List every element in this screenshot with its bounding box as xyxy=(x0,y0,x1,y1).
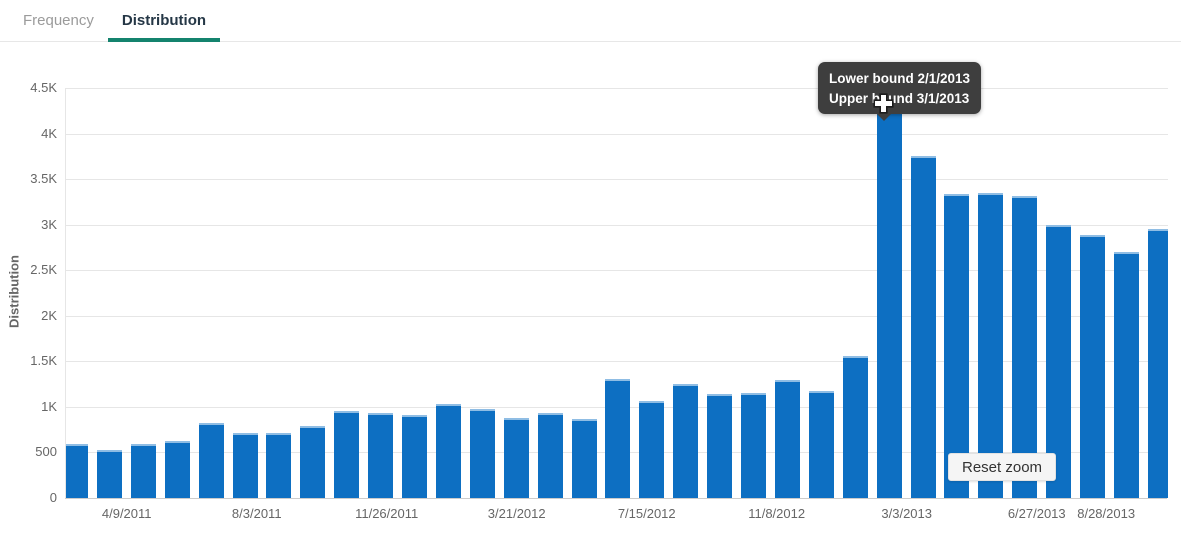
x-axis-tick-label: 3/3/2013 xyxy=(852,506,962,521)
x-axis-tick-label: 8/28/2013 xyxy=(1051,506,1161,521)
y-axis-tick-label: 2K xyxy=(0,308,57,324)
bar[interactable] xyxy=(266,433,291,498)
bar[interactable] xyxy=(605,379,630,498)
y-axis-tick-label: 4K xyxy=(0,126,57,142)
tooltip: Lower bound 2/1/2013 Upper bound 3/1/201… xyxy=(818,62,981,114)
y-axis-tick-label: 3K xyxy=(0,217,57,233)
bar[interactable] xyxy=(572,419,597,498)
bar[interactable] xyxy=(436,404,461,498)
x-axis-tick-label: 11/8/2012 xyxy=(722,506,832,521)
reset-zoom-button[interactable]: Reset zoom xyxy=(948,453,1056,481)
bar[interactable] xyxy=(538,413,563,498)
bar[interactable] xyxy=(741,393,766,498)
bar[interactable] xyxy=(199,423,224,498)
tab-frequency[interactable]: Frequency xyxy=(9,0,108,41)
bar[interactable] xyxy=(334,411,359,498)
bar[interactable] xyxy=(1080,235,1105,498)
y-axis-tick-label: 0 xyxy=(0,490,57,506)
y-axis-title: Distribution xyxy=(7,242,22,342)
bar[interactable] xyxy=(673,384,698,498)
plot-area xyxy=(65,88,1168,498)
y-axis-tick-label: 2.5K xyxy=(0,262,57,278)
y-axis-tick-label: 1.5K xyxy=(0,353,57,369)
bar[interactable] xyxy=(368,413,393,498)
gridline xyxy=(66,134,1168,135)
tooltip-arrow xyxy=(876,113,892,121)
bar[interactable] xyxy=(1114,252,1139,498)
bar[interactable] xyxy=(504,418,529,498)
bar[interactable] xyxy=(809,391,834,499)
bar[interactable] xyxy=(131,444,156,498)
y-axis-tick-label: 4.5K xyxy=(0,80,57,96)
bar[interactable] xyxy=(233,433,258,498)
bar[interactable] xyxy=(300,426,325,498)
distribution-chart: Distribution 0 500 1K 1.5K 2K 2.5K 3K 3.5K 4K 4.5… xyxy=(0,42,1181,539)
y-axis-tick-label: 500 xyxy=(0,444,57,460)
bar[interactable] xyxy=(775,380,800,498)
gridline xyxy=(66,179,1168,180)
y-axis-tick-label: 3.5K xyxy=(0,171,57,187)
tab-distribution[interactable]: Distribution xyxy=(108,0,220,41)
app: Frequency Distribution Distribution 0 500… xyxy=(0,0,1181,539)
tab-distribution-label: Distribution xyxy=(122,12,206,29)
x-axis-line xyxy=(65,498,1167,499)
bar-highlighted[interactable] xyxy=(877,97,902,498)
bar[interactable] xyxy=(843,356,868,498)
x-axis-tick-label: 3/21/2012 xyxy=(462,506,572,521)
bar[interactable] xyxy=(97,450,122,498)
bar[interactable] xyxy=(402,415,427,498)
bar[interactable] xyxy=(165,441,190,498)
bar[interactable] xyxy=(470,409,495,498)
bar[interactable] xyxy=(707,394,732,498)
crosshair-plus-icon xyxy=(873,93,894,114)
bar[interactable] xyxy=(911,156,936,498)
bar[interactable] xyxy=(65,444,88,498)
tooltip-lower-bound: Lower bound 2/1/2013 xyxy=(829,69,970,89)
gridline xyxy=(66,88,1168,89)
x-axis-tick-label: 8/3/2011 xyxy=(202,506,312,521)
bar[interactable] xyxy=(639,401,664,498)
y-axis-tick-label: 1K xyxy=(0,399,57,415)
x-axis-tick-label: 7/15/2012 xyxy=(592,506,702,521)
bar[interactable] xyxy=(1148,229,1168,498)
tab-bar: Frequency Distribution xyxy=(0,0,1181,42)
x-axis-tick-label: 4/9/2011 xyxy=(72,506,182,521)
x-axis-tick-label: 11/26/2011 xyxy=(332,506,442,521)
tooltip-upper-bound: Upper bound 3/1/2013 xyxy=(829,89,970,109)
